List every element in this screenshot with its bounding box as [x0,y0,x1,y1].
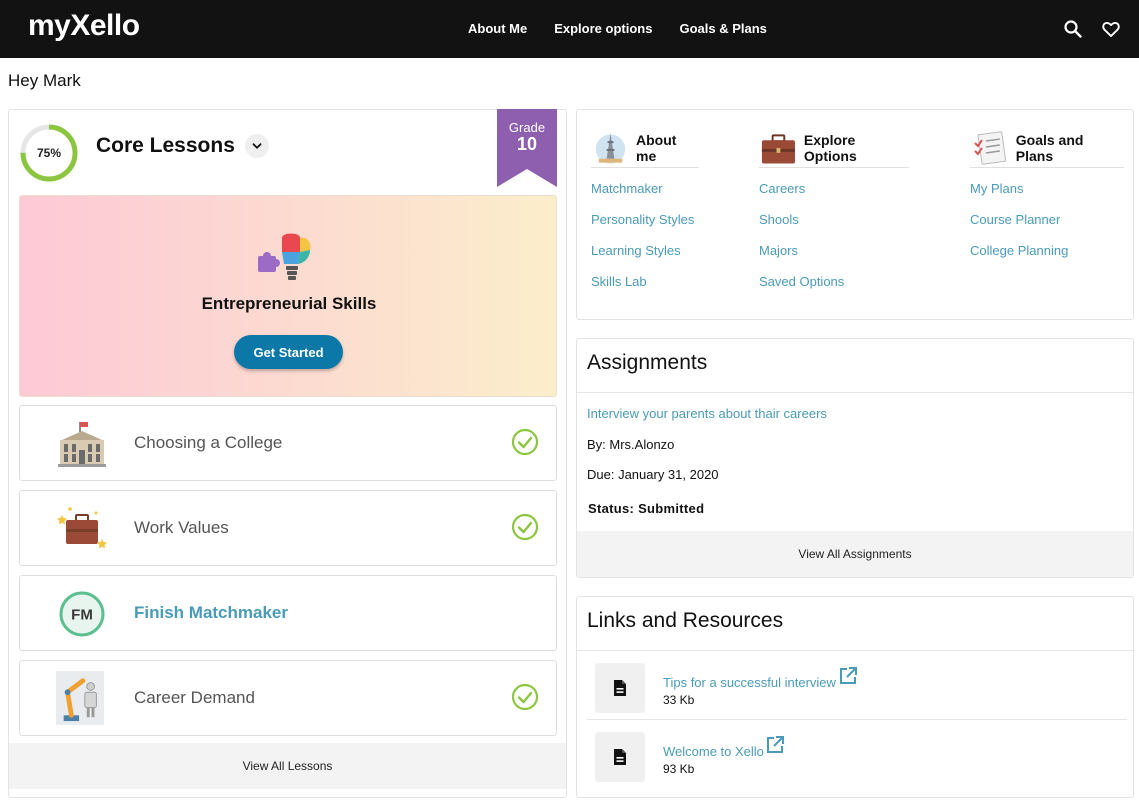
link-course-planner[interactable]: Course Planner [970,211,1124,242]
chevron-down-icon[interactable] [245,134,269,158]
assignment-author: By: Mrs.Alonzo [587,437,675,452]
check-circle-icon [511,428,539,456]
link-saved-options[interactable]: Saved Options [759,273,909,304]
briefcase-stars-icon [57,507,107,549]
resource-size: 93 Kb [663,762,695,776]
quick-nav-card: About me Matchmaker Personality Styles L… [576,109,1134,320]
link-personality-styles[interactable]: Personality Styles [591,211,699,242]
column-header: Explore Options [759,130,909,168]
progress-percent: 75% [36,146,62,160]
nav-about-me[interactable]: About Me [468,21,527,36]
fm-badge-icon: FM [59,591,105,637]
assignments-title: Assignments [587,351,708,374]
grade-label-group: Grade 10 [497,120,557,155]
resource-item: Tips for a successful interview 33 Kb [577,660,1133,728]
featured-lesson-card: Entrepreneurial Skills Get Started [19,195,557,397]
links-resources-title: Links and Resources [587,609,784,632]
app-logo[interactable]: myXello [28,9,140,43]
assignment-status: Status: Submitted [588,501,705,516]
divider [587,719,1127,720]
lesson-card-work-values[interactable]: Work Values [19,490,557,566]
column-header: About me [591,130,699,168]
lesson-title: Finish Matchmaker [134,603,288,622]
nav-goals-plans[interactable]: Goals & Plans [679,21,766,36]
column-header: Goals and Plans [970,130,1124,168]
svg-text:FM: FM [71,607,93,624]
link-schools[interactable]: Shools [759,211,909,242]
assignments-card: Assignments Interview your parents about… [576,338,1134,578]
lesson-card-choosing-a-college[interactable]: Choosing a College [19,405,557,481]
grade-value: 10 [516,134,538,154]
core-lessons-title: Core Lessons [96,134,235,157]
briefcase-icon [761,133,795,164]
link-matchmaker[interactable]: Matchmaker [591,180,699,211]
view-all-assignments-button[interactable]: View All Assignments [577,531,1133,577]
divider [577,392,1133,393]
column-links: Careers Shools Majors Saved Options [759,180,909,304]
column-title: About me [636,131,677,164]
column-links: My Plans Course Planner College Planning [970,180,1124,273]
link-learning-styles[interactable]: Learning Styles [591,242,699,273]
lesson-card-finish-matchmaker[interactable]: FM Finish Matchmaker [19,575,557,651]
column-links: Matchmaker Personality Styles Learning S… [591,180,699,304]
external-link-icon[interactable] [838,666,858,686]
nav-column-about-me: About me Matchmaker Personality Styles L… [591,130,699,304]
puzzle-lightbulb-icon [258,233,311,280]
tower-globe-icon [595,132,626,164]
lesson-card-career-demand[interactable]: Career Demand [19,660,557,736]
lesson-title: Career Demand [134,688,255,707]
resource-link[interactable]: Welcome to Xello [663,744,764,759]
get-started-button[interactable]: Get Started [234,335,343,369]
grade-label: Grade [508,120,546,135]
search-icon[interactable] [1063,19,1083,39]
link-college-planning[interactable]: College Planning [970,242,1124,273]
divider [577,650,1133,651]
core-lessons-panel: 75% Core Lessons Grade 10 Entrepreneuria… [8,109,567,798]
column-title: Explore Options [803,131,857,164]
nav-column-explore-options: Explore Options Careers Shools Majors Sa… [759,130,909,304]
college-building-icon [58,422,106,467]
heart-icon[interactable] [1101,19,1121,39]
link-my-plans[interactable]: My Plans [970,180,1124,211]
check-circle-icon [511,683,539,711]
resource-item: Welcome to Xello 93 Kb [577,729,1133,797]
external-link-icon[interactable] [765,735,785,755]
main-nav: About Me Explore options Goals & Plans [468,21,767,36]
robot-arm-icon [56,671,105,725]
top-nav-bar: myXello About Me Explore options Goals &… [0,0,1139,58]
document-icon [595,732,645,782]
lesson-title: Choosing a College [134,433,283,452]
link-careers[interactable]: Careers [759,180,909,211]
view-all-lessons-button[interactable]: View All Lessons [9,743,566,789]
assignment-link[interactable]: Interview your parents about thair caree… [587,406,827,421]
checklist-icon [974,130,1007,165]
assignment-due-date: Due: January 31, 2020 [587,467,719,482]
resource-link[interactable]: Tips for a successful interview [663,675,836,690]
document-icon [595,663,645,713]
greeting-text: Hey Mark [8,71,81,90]
column-title: Goals and Plans [1015,131,1084,164]
nav-explore-options[interactable]: Explore options [554,21,652,36]
link-majors[interactable]: Majors [759,242,909,273]
nav-column-goals-and-plans: Goals and Plans My Plans Course Planner … [970,130,1124,273]
top-icons [1063,19,1121,39]
featured-lesson-title: Entrepreneurial Skills [201,294,377,313]
links-resources-card: Links and Resources Tips for a successfu… [576,596,1134,798]
resource-size: 33 Kb [663,693,695,707]
link-skills-lab[interactable]: Skills Lab [591,273,699,304]
check-circle-icon [511,513,539,541]
lesson-title: Work Values [134,518,229,537]
